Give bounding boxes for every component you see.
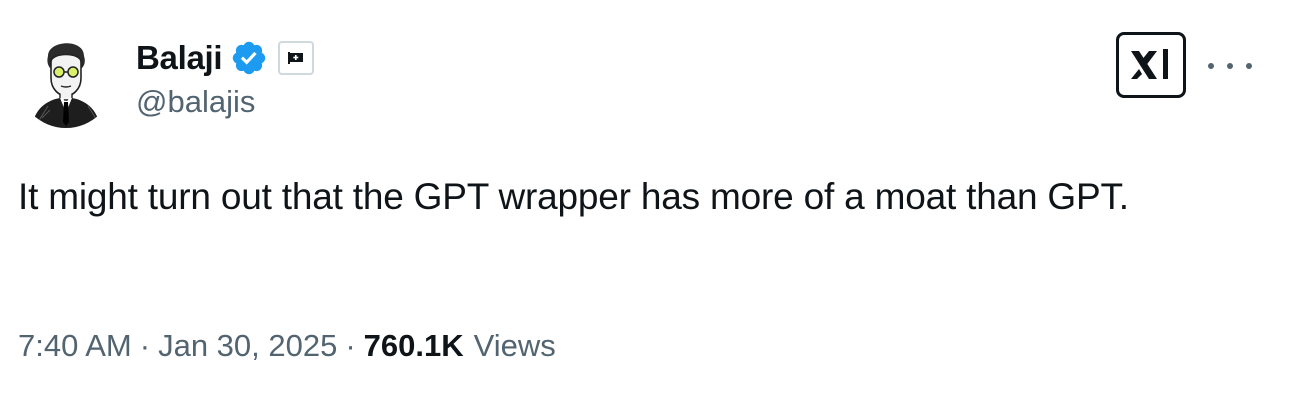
xai-logo-icon[interactable] xyxy=(1116,32,1186,98)
views-count[interactable]: 760.1K xyxy=(364,328,464,364)
separator: · xyxy=(139,328,151,363)
dot xyxy=(1246,63,1252,69)
more-options-icon[interactable] xyxy=(1208,48,1252,84)
views-label: Views xyxy=(473,328,556,363)
dot xyxy=(1208,63,1214,69)
tweet-text: It might turn out that the GPT wrapper h… xyxy=(18,176,1129,217)
flag-badge-icon[interactable] xyxy=(278,41,315,75)
tweet-date[interactable]: Jan 30, 2025 xyxy=(158,328,337,364)
sketch-portrait-avatar-icon xyxy=(18,32,114,128)
dot xyxy=(1227,63,1233,69)
tweet-meta: 7:40 AM · Jan 30, 2025 · 760.1K Views xyxy=(18,322,556,370)
author-name-row: Balaji xyxy=(136,34,315,82)
avatar[interactable] xyxy=(18,32,114,128)
tweet-time[interactable]: 7:40 AM xyxy=(18,328,132,364)
separator: · xyxy=(345,328,356,363)
display-name[interactable]: Balaji xyxy=(136,39,223,77)
author-handle[interactable]: @balajis xyxy=(136,84,255,120)
verified-badge-icon[interactable] xyxy=(230,39,268,77)
tweet-card: Balaji @balajis It might turn out that t… xyxy=(0,0,1290,402)
